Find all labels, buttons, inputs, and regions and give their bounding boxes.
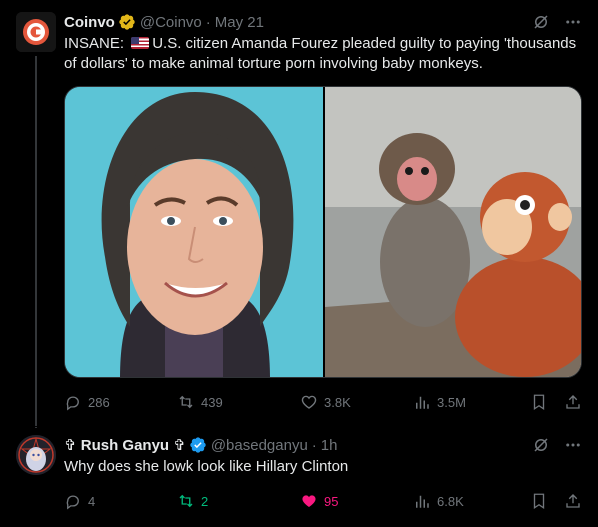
tweet-actions: 4 2 95 6.8K xyxy=(64,491,582,511)
repost-icon xyxy=(179,494,193,508)
tweet-coinvo[interactable]: Coinvo @Coinvo · May 21 INSANE: U.S. cit… xyxy=(0,0,598,428)
share-icon[interactable] xyxy=(564,492,582,510)
tweet-text-prefix: INSANE: xyxy=(64,35,125,52)
repost-icon xyxy=(179,395,193,409)
tweet-media[interactable] xyxy=(64,86,582,378)
reply-button[interactable]: 286 xyxy=(64,393,177,411)
tweet-header: ✞ Rush Ganyu ✞ @basedganyu · 1h xyxy=(64,435,582,455)
like-count: 3.8K xyxy=(324,394,351,410)
bookmark-icon[interactable] xyxy=(530,393,548,411)
anime-avatar-icon xyxy=(16,435,56,475)
like-button[interactable]: 95 xyxy=(300,492,413,510)
repost-button[interactable]: 2 xyxy=(177,492,300,510)
views-button[interactable]: 3.5M xyxy=(413,393,526,411)
like-count: 95 xyxy=(324,493,339,509)
avatar[interactable] xyxy=(16,435,56,475)
tweet-actions: 286 439 3.8K 3.5M xyxy=(64,392,582,412)
share-icon[interactable] xyxy=(564,393,582,411)
views-button[interactable]: 6.8K xyxy=(413,492,526,510)
views-count: 3.5M xyxy=(437,394,466,410)
tweet-text: INSANE: U.S. citizen Amanda Fourez plead… xyxy=(64,34,582,74)
us-flag-icon xyxy=(131,37,150,49)
author-name[interactable]: Coinvo xyxy=(64,14,115,31)
author-name[interactable]: ✞ Rush Ganyu ✞ xyxy=(64,436,186,454)
views-count: 6.8K xyxy=(437,493,464,509)
reply-button[interactable]: 4 xyxy=(64,492,177,510)
tweet-reply-rush-ganyu[interactable]: ✞ Rush Ganyu ✞ @basedganyu · 1h Why does… xyxy=(0,426,598,527)
more-options-icon[interactable] xyxy=(564,13,582,31)
coinvo-logo-icon xyxy=(16,12,56,52)
grok-icon[interactable] xyxy=(532,436,550,454)
reply-icon xyxy=(66,495,79,510)
reply-icon xyxy=(66,396,79,411)
reply-count: 286 xyxy=(88,394,110,410)
tweet-text: Why does she lowk look like Hillary Clin… xyxy=(64,458,349,475)
avatar[interactable] xyxy=(16,12,56,52)
bookmark-icon[interactable] xyxy=(530,492,548,510)
heart-icon xyxy=(301,395,317,409)
repost-count: 2 xyxy=(201,493,209,509)
repost-button[interactable]: 439 xyxy=(177,393,300,411)
separator-dot: · xyxy=(205,13,211,31)
post-time[interactable]: 1h xyxy=(321,437,338,454)
repost-count: 439 xyxy=(201,394,223,410)
separator-dot: · xyxy=(311,436,317,454)
thread-line xyxy=(35,56,37,428)
views-icon xyxy=(416,495,429,508)
heart-filled-icon xyxy=(302,495,316,507)
views-icon xyxy=(416,396,429,409)
like-button[interactable]: 3.8K xyxy=(300,393,413,411)
post-date[interactable]: May 21 xyxy=(215,14,264,31)
reply-count: 4 xyxy=(88,493,96,509)
grok-icon[interactable] xyxy=(532,13,550,31)
more-options-icon[interactable] xyxy=(564,436,582,454)
verified-gold-icon[interactable] xyxy=(118,13,136,31)
verified-blue-icon[interactable] xyxy=(189,436,207,454)
author-handle[interactable]: @basedganyu xyxy=(211,437,308,454)
tweet-header: Coinvo @Coinvo · May 21 xyxy=(64,12,582,32)
author-handle[interactable]: @Coinvo xyxy=(140,14,202,31)
mugshot-photo[interactable] xyxy=(65,87,323,377)
monkey-photo[interactable] xyxy=(325,87,581,377)
